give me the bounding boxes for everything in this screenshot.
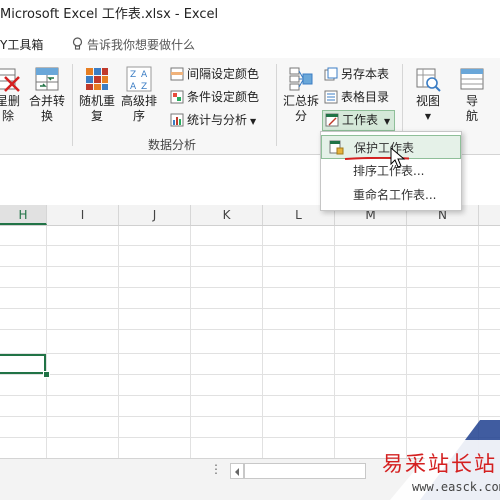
navigation-button[interactable]: 导 航 (454, 66, 490, 124)
group-label-data-analysis: 数据分析 (148, 138, 197, 152)
tab-diy-toolbox[interactable]: Y工具箱 (0, 36, 43, 53)
catalog-icon (324, 90, 338, 104)
advanced-sort-button[interactable]: Z A A Z 高级排 序 (118, 66, 160, 124)
random-repeat-button[interactable]: 随机重 复 (76, 66, 118, 124)
navigation-label-1: 导 (465, 94, 478, 108)
grid-line (0, 374, 500, 375)
navigation-icon (459, 66, 485, 92)
stats-analysis-label: 统计与分析 (187, 113, 248, 127)
grid-line (334, 226, 335, 458)
menu-item-label: 排序工作表... (353, 164, 425, 178)
menu-item-label: 重命名工作表... (353, 188, 437, 202)
sheet-tab-splitter[interactable]: ⋮ (210, 462, 222, 476)
random-label-2: 复 (90, 109, 103, 123)
table-catalog-button[interactable]: 表格目录 (324, 87, 389, 107)
condition-color-icon (170, 90, 184, 104)
grid-line (0, 287, 500, 288)
horizontal-scrollbar[interactable] (244, 463, 366, 479)
sort-az-icon: Z A A Z (126, 66, 152, 92)
grid-line (0, 245, 500, 246)
interval-color-icon (170, 67, 184, 81)
grid-line (262, 226, 263, 458)
title-bar: Microsoft Excel 工作表.xlsx - Excel (0, 0, 500, 30)
grid-line (46, 226, 47, 458)
stats-icon (170, 113, 184, 127)
merge-convert-button[interactable]: 合并转 换 (26, 66, 68, 124)
group-separator (276, 64, 277, 146)
merge-icon (34, 66, 60, 92)
sort-label-2: 序 (132, 109, 145, 123)
delete-icon (0, 66, 21, 92)
mouse-cursor-icon (390, 147, 406, 168)
watermark-url: www.easck.com (412, 480, 500, 494)
table-catalog-label: 表格目录 (341, 90, 390, 104)
group-separator (72, 64, 73, 146)
menu-item-rename-sheets[interactable]: 重命名工作表... (321, 183, 461, 207)
delete-button[interactable]: 星删 除 (0, 66, 24, 124)
save-sheet-as-label: 另存本表 (341, 67, 390, 81)
save-sheet-as-button[interactable]: 另存本表 (324, 64, 389, 84)
worksheet-label: 工作表 (342, 113, 379, 127)
worksheet-dropdown-button[interactable]: 工作表 ▼ (322, 110, 396, 131)
stats-analysis-button[interactable]: 统计与分析 ▼ (170, 110, 256, 130)
delete-label-2: 除 (1, 109, 14, 123)
active-cell[interactable] (0, 354, 46, 374)
grid-line (0, 308, 500, 309)
sort-label-1: 高级排 (120, 94, 157, 108)
save-copy-icon (324, 67, 338, 81)
column-header-i[interactable]: I (47, 205, 119, 225)
condition-color-label: 条件设定颜色 (187, 90, 260, 104)
chevron-left-icon (235, 468, 239, 476)
watermark-text: 易采站长站 (382, 452, 497, 476)
column-header-j[interactable]: J (119, 205, 191, 225)
delete-label-1: 星删 (0, 94, 20, 108)
scroll-left-button[interactable] (230, 463, 244, 479)
tab-row: Y工具箱 告诉我你想要做什么 (0, 30, 500, 58)
summary-split-button[interactable]: 汇总拆 分 (280, 66, 322, 124)
navigation-label-2: 航 (465, 109, 478, 123)
merge-label-1: 合并转 (28, 94, 65, 108)
grid-line (0, 395, 500, 396)
random-icon (84, 66, 110, 92)
random-label-1: 随机重 (78, 94, 115, 108)
merge-label-2: 换 (40, 109, 53, 123)
interval-color-label: 间隔设定颜色 (187, 67, 260, 81)
column-header-k[interactable]: K (191, 205, 263, 225)
fill-handle[interactable] (43, 371, 50, 378)
tell-me-search[interactable]: 告诉我你想要做什么 (72, 36, 195, 53)
tell-me-text: 告诉我你想要做什么 (87, 38, 196, 52)
worksheet-icon (325, 113, 339, 127)
grid-line (0, 329, 500, 330)
grid-line (0, 353, 500, 354)
grid-line (118, 226, 119, 458)
svg-text:A: A (141, 70, 148, 80)
grid-line (0, 266, 500, 267)
summary-split-icon (288, 66, 314, 92)
grid-line (0, 416, 500, 417)
view-button[interactable]: 视图 ▼ (410, 66, 446, 124)
svg-text:Z: Z (141, 82, 147, 92)
grid-line (190, 226, 191, 458)
view-label: 视图 (415, 94, 440, 108)
svg-text:Z: Z (130, 70, 136, 80)
summary-label-1: 汇总拆 (282, 94, 319, 108)
dropdown-arrow-icon: ▼ (424, 112, 432, 121)
window-title: Microsoft Excel 工作表.xlsx - Excel (0, 7, 219, 22)
worksheet-dropdown-menu: 保护工作表 排序工作表... 重命名工作表... (320, 131, 462, 211)
dropdown-arrow-icon: ▼ (384, 117, 391, 126)
svg-text:A: A (130, 82, 137, 92)
summary-label-2: 分 (294, 109, 307, 123)
protect-sheet-icon (329, 140, 344, 155)
column-header-h[interactable]: H (0, 205, 47, 225)
lightbulb-icon (72, 37, 83, 50)
interval-color-button[interactable]: 间隔设定颜色 (170, 64, 259, 84)
condition-color-button[interactable]: 条件设定颜色 (170, 87, 259, 107)
view-icon (415, 66, 441, 92)
dropdown-arrow-icon: ▼ (250, 117, 257, 126)
